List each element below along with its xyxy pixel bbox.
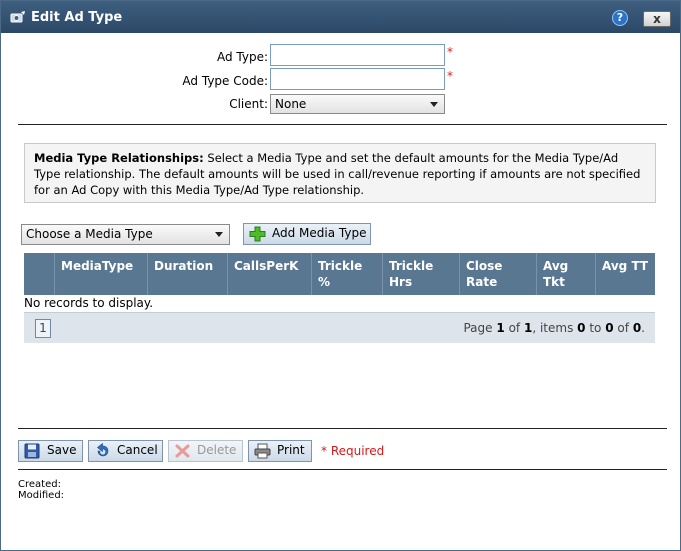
- help-button[interactable]: ?: [612, 10, 628, 26]
- client-select[interactable]: None: [270, 94, 445, 114]
- grid-header: MediaType Duration CallsPerK Trickle % T…: [24, 253, 655, 295]
- media-type-select[interactable]: Choose a Media Type: [21, 224, 230, 245]
- app-icon: [10, 11, 25, 23]
- floppy-disk-icon: [24, 443, 40, 459]
- grid-col-trickle-hrs[interactable]: Trickle Hrs: [383, 253, 460, 295]
- grid-col-avg-tkt[interactable]: Avg Tkt: [537, 253, 596, 295]
- media-type-select-value: Choose a Media Type: [26, 227, 153, 241]
- pager-to-label: to: [589, 321, 602, 335]
- chevron-down-icon: [215, 232, 223, 237]
- cancel-button[interactable]: Cancel: [88, 440, 163, 462]
- pager-page-label: Page: [463, 321, 493, 335]
- client-select-value: None: [275, 97, 307, 111]
- grid-col-select[interactable]: [24, 253, 55, 295]
- grid-col-duration[interactable]: Duration: [148, 253, 228, 295]
- pager-items-to: 0: [605, 321, 614, 335]
- grid-pager: 1 Page 1 of 1, items 0 to 0 of 0.: [24, 312, 655, 343]
- divider-bottom-2: [18, 469, 667, 470]
- ad-type-code-label: Ad Type Code:: [182, 74, 268, 88]
- pager-items-label: , items: [532, 321, 574, 335]
- save-label: Save: [47, 443, 77, 457]
- ad-type-label: Ad Type:: [216, 50, 268, 64]
- pager-items-from: 0: [577, 321, 586, 335]
- print-button[interactable]: Print: [248, 440, 312, 462]
- grid-col-mediatype[interactable]: MediaType: [55, 253, 148, 295]
- dialog-title: Edit Ad Type: [31, 10, 123, 25]
- undo-icon: [97, 443, 109, 457]
- delete-label: Delete: [197, 443, 237, 457]
- modified-label: Modified:: [18, 490, 65, 501]
- add-media-type-button[interactable]: Add Media Type: [243, 223, 371, 245]
- title-bar[interactable]: Edit Ad Type ? x: [1, 1, 680, 33]
- media-type-relationships-info: Media Type Relationships: Select a Media…: [24, 143, 656, 203]
- no-records-message: No records to display.: [24, 296, 154, 310]
- delete-button[interactable]: Delete: [168, 440, 243, 462]
- print-label: Print: [277, 443, 305, 457]
- ad-type-input[interactable]: [270, 44, 445, 66]
- pager-info: Page 1 of 1, items 0 to 0 of 0.: [463, 321, 645, 335]
- printer-icon: [254, 443, 271, 459]
- pager-of2-label: of: [617, 321, 629, 335]
- cancel-label: Cancel: [117, 443, 158, 457]
- ad-type-required-star: *: [447, 45, 453, 59]
- add-icon: [249, 226, 266, 242]
- created-label: Created:: [18, 479, 61, 490]
- ad-type-code-input[interactable]: [270, 68, 445, 90]
- pager-items-total: 0: [632, 321, 642, 335]
- close-button[interactable]: x: [643, 11, 671, 27]
- required-note: * Required: [321, 444, 385, 458]
- pager-page-current: 1: [496, 321, 505, 335]
- pager-of-label: of: [508, 321, 521, 335]
- divider-bottom-1: [18, 428, 667, 429]
- edit-ad-type-dialog: Edit Ad Type ? x Ad Type: * Ad Type Code…: [0, 0, 681, 551]
- ad-type-code-required-star: *: [447, 69, 453, 83]
- save-button[interactable]: Save: [18, 440, 83, 462]
- pager-page-1[interactable]: 1: [35, 319, 51, 338]
- info-heading: Media Type Relationships:: [34, 151, 204, 165]
- grid-col-trickle-pct[interactable]: Trickle %: [312, 253, 383, 295]
- chevron-down-icon: [430, 102, 438, 107]
- grid-col-callsperk[interactable]: CallsPerK: [228, 253, 312, 295]
- client-label: Client:: [229, 97, 268, 111]
- grid-col-avg-tt[interactable]: Avg TT: [596, 253, 655, 295]
- grid-col-close-rate[interactable]: Close Rate: [460, 253, 537, 295]
- add-media-type-label: Add Media Type: [272, 226, 367, 240]
- delete-x-icon: [175, 444, 190, 458]
- pager-end: .: [641, 321, 645, 335]
- divider-top: [18, 124, 667, 125]
